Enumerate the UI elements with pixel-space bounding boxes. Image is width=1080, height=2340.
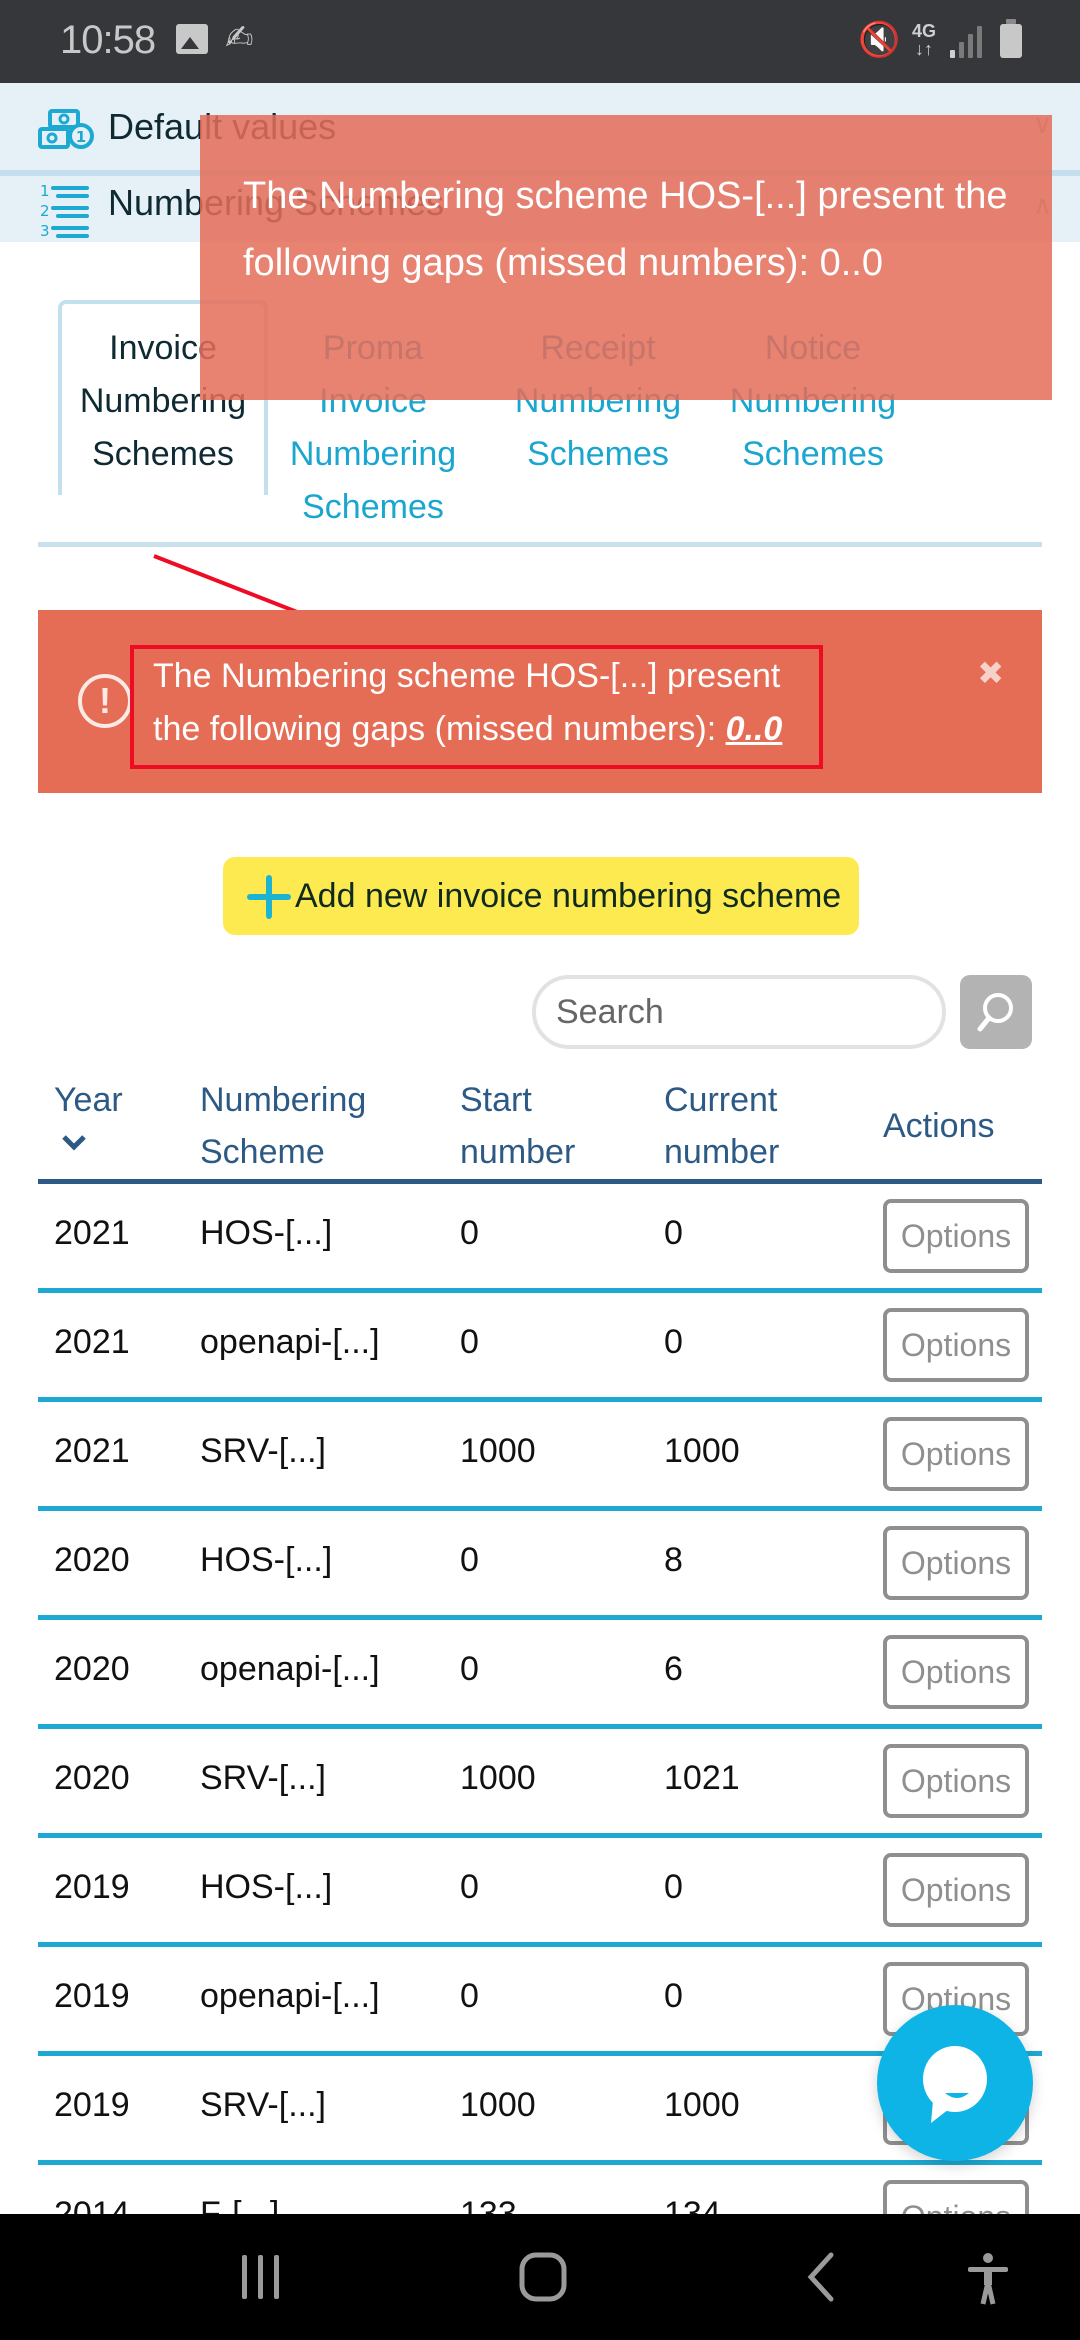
year-cell: 2020 (54, 1759, 130, 1797)
current-number-cell: 1021 (664, 1759, 740, 1797)
gallery-icon (176, 24, 208, 54)
scheme-cell: SRV-[...] (200, 1759, 326, 1797)
4g-icon: 4G ↓↑ (912, 21, 937, 59)
home-icon[interactable] (518, 2252, 568, 2302)
table-row: 2021 openapi-[...] 0 0 Options (38, 1293, 1042, 1402)
search-input[interactable] (532, 975, 946, 1049)
battery-icon (1000, 19, 1022, 58)
column-header-numbering-scheme[interactable]: Numbering Scheme (200, 1074, 380, 1178)
year-cell: 2019 (54, 1977, 130, 2015)
current-number-cell: 0 (664, 1214, 683, 1252)
year-cell: 2020 (54, 1650, 130, 1688)
exclamation-icon: ! (78, 674, 132, 728)
table-row: 2021 SRV-[...] 1000 1000 Options (38, 1402, 1042, 1511)
tabs-divider (38, 542, 1042, 547)
scheme-cell: HOS-[...] (200, 1214, 333, 1252)
accessibility-icon[interactable] (966, 2252, 1010, 2306)
options-button[interactable]: Options (883, 1635, 1029, 1709)
table-row: 2019 HOS-[...] 0 0 Options (38, 1838, 1042, 1947)
back-icon[interactable] (805, 2252, 837, 2302)
svg-text:3: 3 (40, 222, 50, 240)
search-icon (977, 993, 1013, 1032)
year-cell: 2019 (54, 1868, 130, 1906)
year-cell: 2021 (54, 1432, 130, 1470)
current-number-cell: 0 (664, 1868, 683, 1906)
plus-icon (247, 875, 291, 919)
chat-bubble-icon (923, 2046, 987, 2123)
current-number-cell: 1000 (664, 1432, 740, 1470)
svg-text:1: 1 (76, 128, 86, 146)
scheme-cell: openapi-[...] (200, 1650, 380, 1688)
svg-text:2: 2 (40, 202, 50, 220)
add-button-label: Add new invoice numbering scheme (295, 877, 842, 915)
banknotes-icon: 1 (38, 109, 94, 156)
start-number-cell: 1000 (460, 1432, 536, 1470)
scheme-cell: HOS-[...] (200, 1541, 333, 1579)
scheme-cell: openapi-[...] (200, 1977, 380, 2015)
sort-descending-icon[interactable] (60, 1132, 88, 1152)
options-button[interactable]: Options (883, 1526, 1029, 1600)
table-row: 2021 HOS-[...] 0 0 Options (38, 1184, 1042, 1293)
annotation-highlight-box (130, 645, 823, 769)
status-bar: 10:58 ✍ 🔇 4G ↓↑ (0, 0, 1080, 83)
current-number-cell: 8 (664, 1541, 683, 1579)
year-cell: 2019 (54, 2086, 130, 2124)
column-header-actions: Actions (883, 1107, 995, 1145)
close-icon[interactable]: ✖ (977, 654, 1004, 692)
signal-icon (950, 26, 984, 58)
start-number-cell: 0 (460, 1868, 479, 1906)
start-number-cell: 0 (460, 1541, 479, 1579)
options-button[interactable]: Options (883, 1744, 1029, 1818)
year-cell: 2021 (54, 1214, 130, 1252)
column-header-current-number[interactable]: Current number (664, 1074, 814, 1178)
start-number-cell: 1000 (460, 2086, 536, 2124)
recent-apps-icon[interactable] (238, 2252, 284, 2302)
options-button[interactable]: Options (883, 1417, 1029, 1491)
current-number-cell: 1000 (664, 2086, 740, 2124)
year-cell: 2020 (54, 1541, 130, 1579)
options-button[interactable]: Options (883, 1199, 1029, 1273)
column-header-year[interactable]: Year (54, 1074, 123, 1126)
table-row: 2020 openapi-[...] 0 6 Options (38, 1620, 1042, 1729)
scheme-cell: HOS-[...] (200, 1868, 333, 1906)
add-invoice-numbering-scheme-button[interactable]: Add new invoice numbering scheme (223, 857, 859, 935)
svg-text:1: 1 (40, 182, 50, 200)
gap-alert-banner: ! The Numbering scheme HOS-[...] present… (38, 610, 1042, 793)
scheme-cell: SRV-[...] (200, 2086, 326, 2124)
year-cell: 2021 (54, 1323, 130, 1361)
start-number-cell: 0 (460, 1214, 479, 1252)
start-number-cell: 1000 (460, 1759, 536, 1797)
start-number-cell: 0 (460, 1977, 479, 2015)
network-label: 4G (912, 21, 937, 41)
options-button[interactable]: Options (883, 1853, 1029, 1927)
numbered-list-icon: 1 2 3 (38, 180, 94, 245)
current-number-cell: 0 (664, 1323, 683, 1361)
scheme-cell: SRV-[...] (200, 1432, 326, 1470)
table-row: 2020 HOS-[...] 0 8 Options (38, 1511, 1042, 1620)
options-button[interactable]: Options (883, 1308, 1029, 1382)
table-header: Year Numbering Scheme Start number Curre… (38, 1070, 1042, 1184)
android-nav-bar (0, 2214, 1080, 2340)
notification-icon: ✍ (225, 19, 254, 57)
search-button[interactable] (960, 975, 1032, 1049)
scheme-cell: openapi-[...] (200, 1323, 380, 1361)
current-number-cell: 6 (664, 1650, 683, 1688)
table-row: 2020 SRV-[...] 1000 1021 Options (38, 1729, 1042, 1838)
gap-tooltip-overlay: The Numbering scheme HOS-[...] present t… (200, 115, 1052, 400)
mute-vibrate-icon: 🔇 (858, 21, 901, 59)
start-number-cell: 0 (460, 1650, 479, 1688)
current-number-cell: 0 (664, 1977, 683, 2015)
chat-button[interactable] (877, 2005, 1033, 2161)
column-header-start-number[interactable]: Start number (460, 1074, 600, 1178)
start-number-cell: 0 (460, 1323, 479, 1361)
status-time: 10:58 (60, 18, 156, 62)
